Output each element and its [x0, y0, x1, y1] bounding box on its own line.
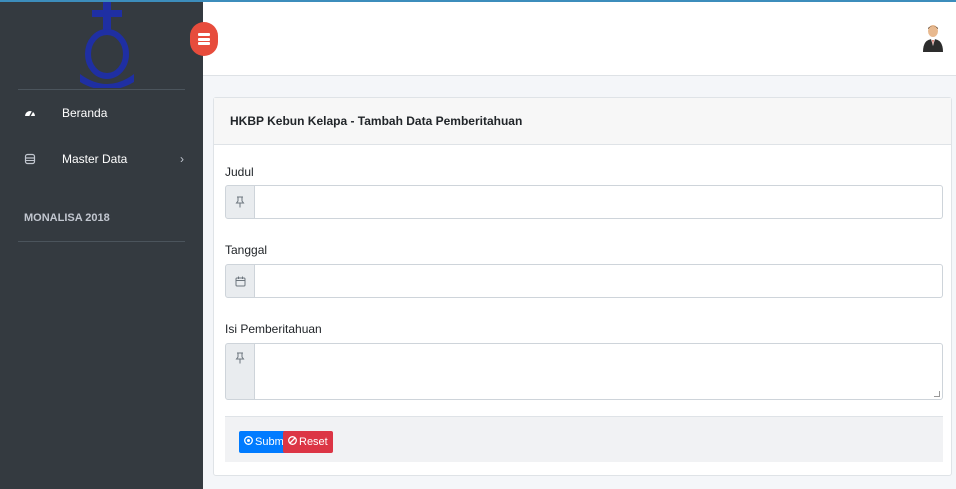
reset-label: Reset — [299, 436, 328, 448]
judul-input[interactable] — [255, 185, 943, 219]
calendar-icon — [225, 264, 255, 298]
pin-icon — [225, 343, 255, 400]
database-icon — [24, 153, 36, 165]
textarea-wrapper — [255, 343, 943, 400]
tanggal-input[interactable] — [255, 264, 943, 298]
sidebar-item-master-data[interactable]: Master Data › — [0, 144, 203, 174]
sidebar-toggle-button[interactable] — [190, 22, 218, 56]
sidebar-section-header: MONALISA 2018 — [24, 212, 110, 224]
chevron-right-icon: › — [180, 152, 184, 166]
brand — [18, 2, 185, 90]
menu-icon — [198, 33, 210, 45]
card-title: HKBP Kebun Kelapa - Tambah Data Pemberit… — [230, 114, 523, 128]
tanggal-input-group — [225, 264, 943, 298]
isi-pemberitahuan-input-group — [225, 343, 943, 400]
check-circle-icon — [244, 436, 253, 448]
church-logo[interactable] — [74, 2, 140, 88]
dashboard-icon — [24, 107, 36, 119]
reset-button[interactable]: Reset — [283, 431, 333, 453]
resize-handle-icon[interactable] — [934, 391, 940, 397]
sidebar-item-beranda[interactable]: Beranda — [0, 98, 203, 128]
judul-input-group — [225, 185, 943, 219]
sidebar-item-label: Beranda — [62, 106, 108, 120]
user-avatar-icon[interactable] — [922, 24, 944, 52]
sidebar-divider — [18, 241, 185, 242]
card-footer: Submit Reset — [225, 416, 943, 462]
judul-label: Judul — [225, 165, 254, 179]
top-accent-line — [0, 0, 956, 2]
isi-pemberitahuan-textarea[interactable] — [255, 343, 943, 400]
isi-pemberitahuan-label: Isi Pemberitahuan — [225, 322, 322, 336]
tanggal-label: Tanggal — [225, 243, 268, 257]
ban-icon — [288, 436, 297, 448]
form-card: HKBP Kebun Kelapa - Tambah Data Pemberit… — [213, 97, 952, 476]
sidebar: Beranda Master Data › MONALISA 2018 — [0, 2, 203, 489]
sidebar-item-label: Master Data — [62, 152, 128, 166]
top-navbar — [203, 2, 956, 76]
pin-icon — [225, 185, 255, 219]
card-header: HKBP Kebun Kelapa - Tambah Data Pemberit… — [214, 98, 951, 145]
